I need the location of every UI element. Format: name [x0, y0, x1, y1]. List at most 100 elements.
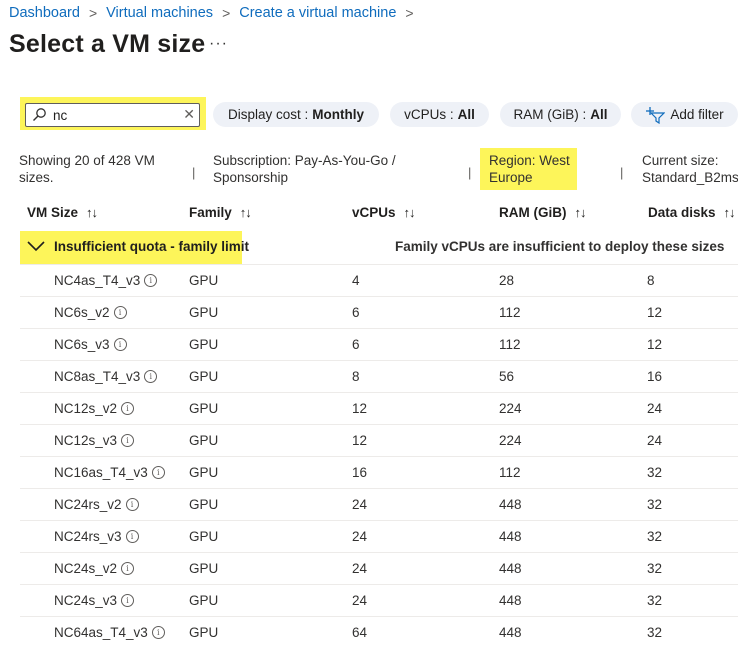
ram-filter-label: RAM (GiB) : [513, 107, 587, 122]
data-disks-cell: 24 [647, 433, 663, 448]
ram-cell: 448 [499, 529, 522, 544]
vm-size-name: NC4as_T4_v3 i [54, 273, 158, 288]
info-icon[interactable]: i [121, 402, 135, 415]
info-icon[interactable]: i [144, 274, 158, 287]
vm-size-name: NC24rs_v2 i [54, 497, 139, 512]
vcpus-cell: 8 [352, 369, 360, 384]
data-disks-cell: 8 [647, 273, 655, 288]
group-header-insufficient-quota[interactable]: Insufficient quota - family limit Family… [20, 231, 738, 264]
table-row[interactable]: NC16as_T4_v3 i GPU 16 112 32 [20, 456, 738, 489]
vm-size-name: NC24rs_v3 i [54, 529, 139, 544]
breadcrumb-chevron-icon: > [405, 5, 414, 21]
family-cell: GPU [189, 529, 219, 544]
table-row[interactable]: NC12s_v2 i GPU 12 224 24 [20, 392, 738, 425]
ram-cell: 56 [499, 369, 515, 384]
table-row[interactable]: NC24rs_v2 i GPU 24 448 32 [20, 488, 738, 521]
sort-icon[interactable]: ↑↓ [404, 205, 416, 220]
breadcrumb-create-vm[interactable]: Create a virtual machine [239, 5, 396, 21]
more-options-button[interactable]: ··· [209, 35, 228, 53]
sort-icon[interactable]: ↑↓ [575, 205, 587, 220]
family-cell: GPU [189, 561, 219, 576]
vcpus-cell: 24 [352, 593, 368, 608]
family-cell: GPU [189, 337, 219, 352]
table-row[interactable]: NC4as_T4_v3 i GPU 4 28 8 [20, 264, 738, 297]
vm-size-name: NC8as_T4_v3 i [54, 369, 158, 384]
info-icon[interactable]: i [125, 498, 139, 511]
data-disks-cell: 32 [647, 465, 663, 480]
column-header-ram[interactable]: RAM (GiB) ↑↓ [499, 205, 587, 220]
ram-cell: 224 [499, 401, 522, 416]
info-icon[interactable]: i [144, 370, 158, 383]
family-cell: GPU [189, 401, 219, 416]
table-row[interactable]: NC24s_v3 i GPU 24 448 32 [20, 584, 738, 617]
breadcrumb-chevron-icon: > [222, 5, 231, 21]
chevron-down-icon[interactable] [27, 240, 45, 252]
vm-size-name: NC24s_v3 i [54, 593, 135, 608]
table-row[interactable]: NC6s_v3 i GPU 6 112 12 [20, 328, 738, 361]
info-divider: | [620, 165, 624, 180]
data-disks-cell: 32 [647, 497, 663, 512]
table-row[interactable]: NC24rs_v3 i GPU 24 448 32 [20, 520, 738, 553]
group-label: Insufficient quota - family limit [54, 239, 250, 254]
sort-icon[interactable]: ↑↓ [86, 205, 98, 220]
ram-cell: 112 [499, 337, 521, 352]
table-row[interactable]: NC8as_T4_v3 i GPU 8 56 16 [20, 360, 738, 393]
vcpus-filter-value: All [457, 107, 475, 122]
breadcrumb-dashboard[interactable]: Dashboard [9, 5, 80, 21]
table-row[interactable]: NC6s_v2 i GPU 6 112 12 [20, 296, 738, 329]
search-icon [33, 108, 46, 121]
column-header-data-disks[interactable]: Data disks ↑↓ [648, 205, 736, 220]
ram-cell: 448 [499, 561, 522, 576]
vcpus-filter-label: vCPUs : [404, 107, 454, 122]
info-icon[interactable]: i [121, 594, 135, 607]
info-icon[interactable]: i [113, 306, 127, 319]
info-icon[interactable]: i [151, 626, 165, 639]
search-value[interactable]: nc [53, 108, 67, 123]
info-icon[interactable]: i [121, 434, 135, 447]
vcpus-cell: 24 [352, 529, 368, 544]
vm-size-name: NC16as_T4_v3 i [54, 465, 165, 480]
table-row[interactable]: NC24s_v2 i GPU 24 448 32 [20, 552, 738, 585]
info-icon[interactable]: i [113, 338, 127, 351]
ram-cell: 112 [499, 465, 521, 480]
family-cell: GPU [189, 433, 219, 448]
info-divider: | [192, 165, 196, 180]
add-filter-button[interactable]: Add filter [631, 102, 738, 127]
vm-size-name: NC64as_T4_v3 i [54, 625, 165, 640]
result-count: Showing 20 of 428 VM sizes. [19, 153, 155, 185]
column-header-vm-size[interactable]: VM Size ↑↓ [27, 205, 98, 220]
add-filter-icon [646, 106, 666, 124]
data-disks-cell: 12 [647, 305, 663, 320]
breadcrumb: Dashboard > Virtual machines > Create a … [9, 5, 423, 21]
family-cell: GPU [189, 369, 219, 384]
column-header-vcpus[interactable]: vCPUs ↑↓ [352, 205, 416, 220]
column-header-family[interactable]: Family ↑↓ [189, 205, 252, 220]
breadcrumb-chevron-icon: > [88, 5, 98, 21]
ram-filter[interactable]: RAM (GiB) : All [500, 102, 621, 127]
display-cost-filter[interactable]: Display cost : Monthly [213, 102, 379, 127]
display-cost-value: Monthly [312, 107, 365, 122]
table-row[interactable]: NC64as_T4_v3 i GPU 64 448 32 [20, 616, 738, 649]
vm-size-name: NC24s_v2 i [54, 561, 135, 576]
page-title: Select a VM size [9, 30, 206, 58]
vcpus-filter[interactable]: vCPUs : All [390, 102, 489, 127]
info-icon[interactable]: i [125, 530, 139, 543]
display-cost-label: Display cost : [227, 107, 309, 122]
table-row[interactable]: NC12s_v3 i GPU 12 224 24 [20, 424, 738, 457]
family-cell: GPU [189, 273, 219, 288]
sort-icon[interactable]: ↑↓ [724, 205, 736, 220]
search-highlight: nc ✕ [20, 97, 206, 130]
vcpus-cell: 12 [352, 433, 368, 448]
info-icon[interactable]: i [151, 466, 165, 479]
breadcrumb-virtual-machines[interactable]: Virtual machines [106, 5, 213, 21]
clear-search-icon[interactable]: ✕ [183, 106, 195, 123]
vcpus-cell: 16 [352, 465, 368, 480]
info-icon[interactable]: i [121, 562, 135, 575]
sort-icon[interactable]: ↑↓ [240, 205, 252, 220]
ram-filter-value: All [590, 107, 608, 122]
subscription-info: Subscription: Pay-As-You-Go / Sponsorshi… [213, 153, 396, 185]
data-disks-cell: 32 [647, 593, 663, 608]
data-disks-cell: 16 [647, 369, 663, 384]
search-input[interactable]: nc ✕ [25, 103, 200, 127]
vcpus-cell: 6 [352, 337, 360, 352]
